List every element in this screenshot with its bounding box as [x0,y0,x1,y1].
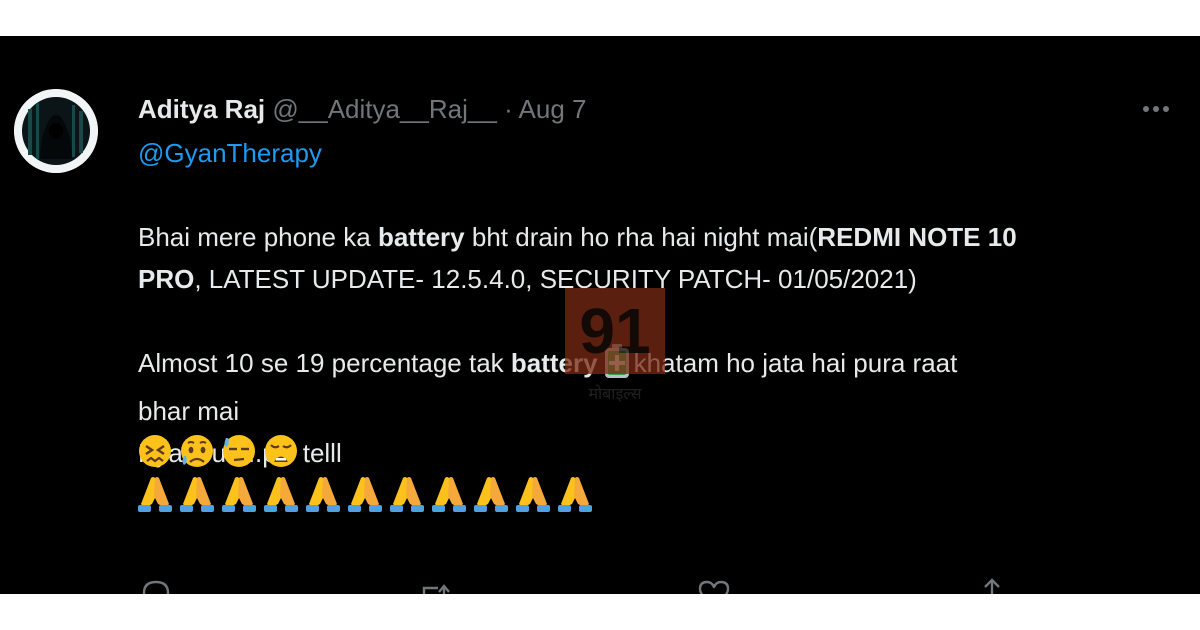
retweet-icon[interactable] [414,574,454,594]
watermark-number: 91 [579,295,651,367]
folded-hands-emoji [390,477,424,512]
watermark: 91 मोबाइल्स [565,286,665,406]
display-name[interactable]: Aditya Raj [138,94,265,124]
folded-hands-emoji [180,477,214,512]
tweet-card: Aditya Raj @__Aditya__Raj__ · Aug 7 @Gya… [0,36,1200,594]
share-icon[interactable] [972,574,1012,594]
reply-icon[interactable] [136,574,176,594]
pray-emoji-row [138,472,598,514]
folded-hands-emoji [558,477,592,512]
folded-hands-emoji [474,477,508,512]
like-icon[interactable] [694,574,734,594]
watermark-subtext: मोबाइल्स [588,386,642,403]
tweet-date[interactable]: Aug 7 [519,94,587,124]
disappointed-relieved-face-emoji [181,435,213,467]
folded-hands-emoji [222,477,256,512]
text-line: Bhai mere phone ka battery bht drain ho … [138,222,1017,252]
more-horizontal-icon[interactable] [1136,94,1176,124]
header-separator: · [504,94,513,124]
folded-hands-emoji [516,477,550,512]
user-handle[interactable]: @__Aditya__Raj__ [272,94,496,124]
tweet-header: Aditya Raj @__Aditya__Raj__ · Aug 7 [138,92,586,126]
avatar[interactable] [14,89,98,173]
folded-hands-emoji [264,477,298,512]
folded-hands-emoji [348,477,382,512]
face-emoji-row [138,430,308,472]
confounded-face-emoji [139,435,171,467]
folded-hands-emoji [138,477,172,512]
folded-hands-emoji [306,477,340,512]
mention-link[interactable]: @GyanTherapy [138,136,322,170]
weary-face-emoji [265,435,297,467]
downcast-sweat-face-emoji [223,435,255,467]
folded-hands-emoji [432,477,466,512]
